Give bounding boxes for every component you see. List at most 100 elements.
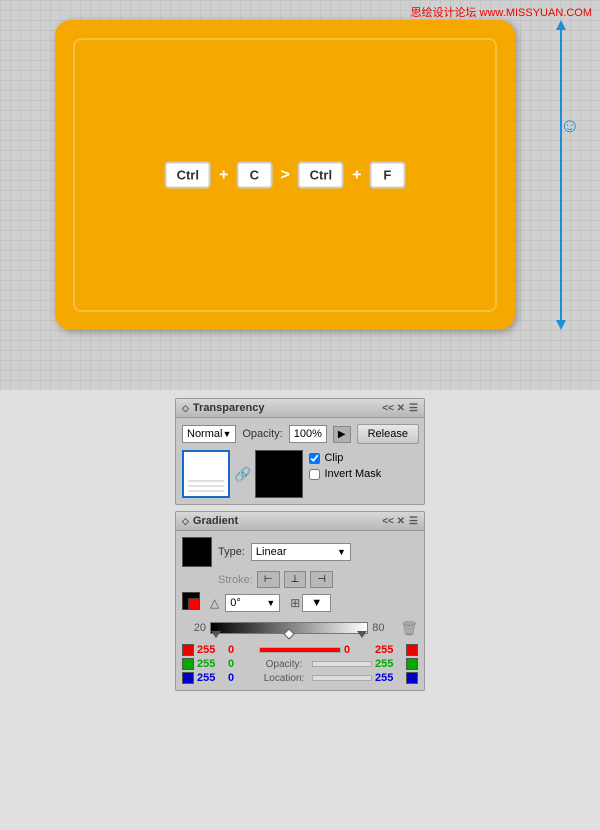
- color-rows-area: 255 0 0 255 255 0 Opacity: 255: [182, 644, 418, 684]
- mask-thumbnails: 🔗: [182, 450, 303, 498]
- transparency-header-left: ◇ Transparency: [182, 402, 264, 414]
- clip-checkbox[interactable]: [309, 453, 320, 464]
- grad-val-left: 20: [182, 622, 206, 634]
- thumb-line-1: [188, 480, 224, 482]
- g-val-right: 255: [375, 658, 403, 670]
- smiley-icon: ☺: [560, 115, 580, 138]
- panel-menu-icon[interactable]: ☰: [409, 403, 418, 414]
- gradient-panel-arrows[interactable]: << ✕: [382, 516, 405, 527]
- thumb-line-3: [188, 490, 224, 492]
- opacity-label-mid: Opacity:: [259, 659, 309, 670]
- invert-checkbox[interactable]: [309, 469, 320, 480]
- gradient-panel: ◇ Gradient << ✕ ☰ Type: Linear ▼ Stroke:: [175, 511, 425, 691]
- color-swatch-container: [182, 592, 204, 614]
- angle-select[interactable]: 0° ▼: [225, 594, 280, 612]
- clip-label: Clip: [324, 452, 343, 464]
- plus-1: +: [219, 166, 228, 184]
- invert-checkbox-row: Invert Mask: [309, 468, 381, 480]
- orange-inner: Ctrl + C > Ctrl + F: [73, 38, 497, 312]
- aspect-dropdown[interactable]: ▼: [302, 594, 331, 612]
- color-stop-left-b[interactable]: [182, 672, 194, 684]
- blend-mode-arrow: ▼: [222, 429, 231, 439]
- gradient-expand-icon[interactable]: ◇: [182, 516, 189, 527]
- gradient-bar-container[interactable]: [210, 618, 368, 638]
- r-val-left: 255: [197, 644, 225, 656]
- color-stop-right-g[interactable]: [406, 658, 418, 670]
- mask-options: Clip Invert Mask: [309, 450, 381, 480]
- mask-thumb-black[interactable]: [255, 450, 303, 498]
- clip-checkbox-row: Clip: [309, 452, 381, 464]
- transparency-header-right: << ✕ ☰: [382, 403, 418, 414]
- angle-row: △ 0° ▼ ⊞ ▼: [182, 592, 418, 614]
- stroke-btn-3[interactable]: ⊣: [310, 571, 333, 588]
- r-color-bar[interactable]: [259, 647, 341, 653]
- link-icon[interactable]: 🔗: [232, 466, 253, 483]
- b-val-left: 255: [197, 672, 225, 684]
- g-val-left-2: 0: [228, 658, 256, 670]
- color-stop-right-b[interactable]: [406, 672, 418, 684]
- invert-label: Invert Mask: [324, 468, 381, 480]
- blend-mode-select[interactable]: Normal ▼: [182, 425, 236, 443]
- gradient-menu-icon[interactable]: ☰: [409, 516, 418, 527]
- dimension-line: [560, 30, 562, 320]
- key-ctrl-1: Ctrl: [165, 162, 211, 189]
- location-label-mid: Location:: [259, 673, 309, 684]
- key-ctrl-2: Ctrl: [298, 162, 344, 189]
- opacity-value[interactable]: 100%: [289, 425, 327, 443]
- color-stop-left-g[interactable]: [182, 658, 194, 670]
- gradient-bar: [210, 622, 368, 634]
- watermark: 思绘设计论坛 www.MISSYUAN.COM: [410, 4, 592, 20]
- grad-stop-right[interactable]: [357, 631, 367, 638]
- canvas-area: 思绘设计论坛 www.MISSYUAN.COM Ctrl + C > Ctrl …: [0, 0, 600, 390]
- gradient-header-right: << ✕ ☰: [382, 516, 418, 527]
- stroke-btn-2[interactable]: ⊥: [284, 571, 307, 588]
- transparency-row2: 🔗 Clip Invert Mask: [182, 450, 418, 498]
- r-val-right: 0: [344, 644, 372, 656]
- gradient-title: Gradient: [193, 515, 238, 527]
- transparency-expand-icon[interactable]: ◇: [182, 403, 189, 414]
- g-color-bar[interactable]: [312, 661, 372, 667]
- key-c: C: [236, 162, 272, 189]
- color-row-r: 255 0 0 255: [182, 644, 418, 656]
- dimension-arrow: [552, 20, 570, 330]
- panels-area: ◇ Transparency << ✕ ☰ Normal ▼ Opacity: …: [0, 390, 600, 830]
- b-color-bar[interactable]: [312, 675, 372, 681]
- arrow-down-icon: [556, 320, 566, 330]
- r-val-right-2: 255: [375, 644, 403, 656]
- release-button[interactable]: Release: [357, 424, 419, 444]
- key-f: F: [369, 162, 405, 189]
- color-row-opacity: 255 0 Opacity: 255: [182, 658, 418, 670]
- plus-2: +: [352, 166, 361, 184]
- type-select[interactable]: Linear ▼: [251, 543, 351, 561]
- gradient-body: Type: Linear ▼ Stroke: ⊢ ⊥ ⊣ △: [176, 531, 424, 690]
- color-swatch-red[interactable]: [188, 598, 200, 610]
- transparency-body: Normal ▼ Opacity: 100% ▶ Release: [176, 418, 424, 504]
- angle-select-arrow: ▼: [266, 598, 275, 608]
- gradient-header-left: ◇ Gradient: [182, 515, 238, 527]
- grad-stop-mid[interactable]: [283, 628, 294, 639]
- grad-val-right: 80: [372, 622, 396, 634]
- arrow-up-icon: [556, 20, 566, 30]
- panel-arrows[interactable]: << ✕: [382, 403, 405, 414]
- angle-triangle-icon: △: [210, 596, 219, 610]
- transparency-panel-header: ◇ Transparency << ✕ ☰: [176, 399, 424, 418]
- stroke-row: Stroke: ⊢ ⊥ ⊣: [218, 571, 418, 588]
- color-stop-right-r[interactable]: [406, 644, 418, 656]
- opacity-arrow-btn[interactable]: ▶: [333, 426, 351, 443]
- color-stop-left-r[interactable]: [182, 644, 194, 656]
- thumb-line-2: [188, 485, 224, 487]
- gradient-slider-row: 20 80 🗑: [182, 618, 418, 638]
- type-select-arrow: ▼: [337, 547, 346, 557]
- stroke-btn-1[interactable]: ⊢: [257, 571, 280, 588]
- transparency-title: Transparency: [193, 402, 265, 414]
- color-row-location: 255 0 Location: 255: [182, 672, 418, 684]
- grad-stop-left[interactable]: [211, 631, 221, 638]
- mask-thumb-white[interactable]: [182, 450, 230, 498]
- gradient-preview[interactable]: [182, 537, 212, 567]
- aspect-icon[interactable]: ⊞: [290, 596, 300, 610]
- opacity-label: Opacity:: [242, 428, 282, 440]
- delete-stop-icon[interactable]: 🗑: [400, 620, 418, 637]
- type-label: Type:: [218, 546, 245, 558]
- stroke-label: Stroke:: [218, 574, 253, 586]
- keyboard-shortcut-row: Ctrl + C > Ctrl + F: [165, 162, 406, 189]
